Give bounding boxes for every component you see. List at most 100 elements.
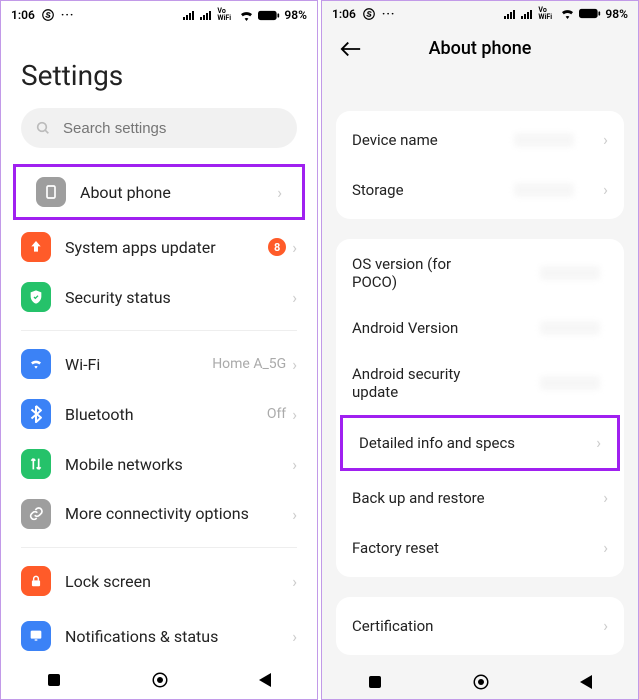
row-label: Notifications & status <box>65 627 292 646</box>
clock-label: 1:06 <box>332 7 356 21</box>
search-input[interactable] <box>21 108 297 148</box>
row-label: System apps updater <box>65 238 268 257</box>
divider <box>21 547 297 548</box>
wifi-icon <box>560 8 575 19</box>
search-field[interactable] <box>61 119 283 138</box>
row-label: About phone <box>80 183 277 202</box>
bluetooth-icon <box>21 399 51 429</box>
lock-icon <box>21 566 51 596</box>
card-certification: Certification › <box>336 597 624 655</box>
row-label: Wi-Fi <box>65 355 212 374</box>
battery-pct-label: 98% <box>605 7 628 21</box>
chevron-right-icon: › <box>603 180 608 199</box>
row-notifications[interactable]: Notifications & status › <box>1 606 317 656</box>
nav-recents-icon[interactable] <box>46 672 62 688</box>
about-phone-icon <box>36 177 66 207</box>
chevron-right-icon: › <box>292 405 297 424</box>
whatsapp-icon <box>362 7 376 21</box>
search-icon <box>35 120 51 136</box>
row-label: Device name <box>352 131 493 149</box>
row-more-connectivity[interactable]: More connectivity options › <box>1 489 317 539</box>
shield-icon <box>21 282 51 312</box>
row-about-phone[interactable]: About phone › <box>16 167 302 217</box>
updater-icon <box>21 232 51 262</box>
row-lock-screen[interactable]: Lock screen › <box>1 556 317 606</box>
row-value: Home A_5G <box>212 356 286 372</box>
link-icon <box>21 499 51 529</box>
mobile-networks-icon <box>21 449 51 479</box>
battery-icon <box>258 10 280 21</box>
notifications-icon <box>21 621 51 651</box>
row-detailed-info[interactable]: Detailed info and specs › <box>343 418 617 468</box>
row-certification[interactable]: Certification › <box>336 601 624 651</box>
row-device-name[interactable]: Device name › <box>336 115 624 165</box>
row-wifi[interactable]: Wi-Fi Home A_5G › <box>1 339 317 389</box>
row-mobile-networks[interactable]: Mobile networks › <box>1 439 317 489</box>
row-system-apps-updater[interactable]: System apps updater 8 › <box>1 222 317 272</box>
chevron-right-icon: › <box>292 238 297 257</box>
wifi-icon <box>21 349 51 379</box>
vowifi-label: Vo WiFi <box>538 7 556 21</box>
row-label: Android Version <box>352 319 493 337</box>
chevron-right-icon: › <box>292 355 297 374</box>
nav-home-icon[interactable] <box>472 673 490 691</box>
update-badge: 8 <box>268 238 286 256</box>
row-label: OS version (for POCO) <box>352 255 493 291</box>
chevron-right-icon: › <box>603 130 608 149</box>
card-system: OS version (for POCO) Android Version An… <box>336 239 624 577</box>
row-backup-restore[interactable]: Back up and restore › <box>336 473 624 523</box>
row-os-version[interactable]: OS version (for POCO) <box>336 243 624 303</box>
row-label: Back up and restore <box>352 489 603 507</box>
status-bar: 1:06 ··· Vo WiFi 98% <box>1 1 317 29</box>
nav-bar <box>1 661 317 699</box>
chevron-right-icon: › <box>603 488 608 507</box>
row-label: Lock screen <box>65 572 292 591</box>
more-icon: ··· <box>61 8 75 22</box>
nav-recents-icon[interactable] <box>367 674 383 690</box>
row-label: Storage <box>352 181 493 199</box>
clock-label: 1:06 <box>11 8 35 22</box>
row-android-version[interactable]: Android Version <box>336 303 624 353</box>
phone-right-about: 1:06 ··· Vo WiFi 98% About phone Device … <box>321 0 639 700</box>
page-title: About phone <box>366 38 624 59</box>
status-bar: 1:06 ··· Vo WiFi 98% <box>322 1 638 26</box>
blurred-value <box>540 321 600 335</box>
row-storage[interactable]: Storage › <box>336 165 624 215</box>
divider <box>21 330 297 331</box>
chevron-right-icon: › <box>292 627 297 646</box>
signal-icon-1 <box>504 9 517 19</box>
row-label: Mobile networks <box>65 455 292 474</box>
nav-back-icon[interactable] <box>258 672 272 688</box>
phone-left-settings: 1:06 ··· Vo WiFi 98% Settings About phon <box>0 0 318 700</box>
chevron-right-icon: › <box>292 505 297 524</box>
page-header: About phone <box>322 26 638 71</box>
card-device: Device name › Storage › <box>336 111 624 219</box>
chevron-right-icon: › <box>596 433 601 452</box>
chevron-right-icon: › <box>603 538 608 557</box>
chevron-right-icon: › <box>292 572 297 591</box>
blurred-value <box>514 133 574 147</box>
back-arrow-icon[interactable] <box>336 41 366 57</box>
row-security-update[interactable]: Android security update <box>336 353 624 413</box>
vowifi-label: Vo WiFi <box>217 8 235 22</box>
row-bluetooth[interactable]: Bluetooth Off › <box>1 389 317 439</box>
chevron-right-icon: › <box>292 288 297 307</box>
row-label: Bluetooth <box>65 405 267 424</box>
battery-pct-label: 98% <box>284 8 307 22</box>
signal-icon-1 <box>183 10 196 20</box>
more-icon: ··· <box>382 7 396 21</box>
row-factory-reset[interactable]: Factory reset › <box>336 523 624 573</box>
row-label: Detailed info and specs <box>359 434 596 452</box>
blurred-value <box>540 266 600 280</box>
page-title: Settings <box>1 29 317 108</box>
nav-home-icon[interactable] <box>151 671 169 689</box>
signal-icon-2 <box>200 10 213 20</box>
row-label: Certification <box>352 617 603 635</box>
nav-back-icon[interactable] <box>579 674 593 690</box>
row-value: Off <box>267 406 286 422</box>
row-security-status[interactable]: Security status › <box>1 272 317 322</box>
highlight-about-phone: About phone › <box>13 164 305 220</box>
row-label: More connectivity options <box>65 504 292 523</box>
signal-icon-2 <box>521 9 534 19</box>
row-label: Factory reset <box>352 539 603 557</box>
